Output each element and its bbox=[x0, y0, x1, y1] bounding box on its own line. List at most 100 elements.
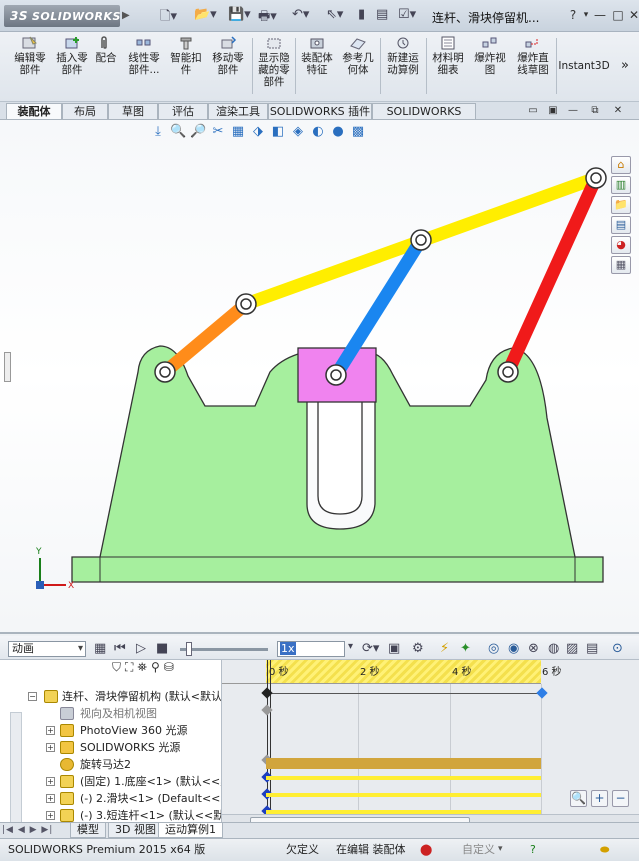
zoom-out-timeline-icon[interactable]: − bbox=[612, 790, 629, 807]
open-document-icon[interactable]: 📂▾ bbox=[194, 7, 217, 25]
expand-icon[interactable]: + bbox=[46, 811, 55, 820]
select-arrow-icon[interactable]: ⇖▾ bbox=[326, 7, 343, 25]
expand-icon[interactable]: + bbox=[46, 794, 55, 803]
design-library-icon[interactable]: ▥ bbox=[611, 176, 631, 194]
autokey-icon[interactable]: ⚡ bbox=[440, 641, 449, 656]
appearances-icon[interactable]: ◕ bbox=[611, 236, 631, 254]
smart-fasteners-button[interactable]: 智能扣 件 bbox=[166, 36, 206, 98]
short-link-orange[interactable] bbox=[158, 297, 253, 379]
motor-icon[interactable]: ◎ bbox=[488, 641, 499, 656]
playback-slider-track[interactable] bbox=[180, 648, 268, 651]
contact-icon[interactable]: ⊗ bbox=[528, 641, 539, 656]
motor-timeline-bar[interactable] bbox=[266, 758, 541, 769]
expand-icon[interactable]: + bbox=[46, 726, 55, 735]
timeline-ruler[interactable] bbox=[266, 660, 541, 684]
viewport-close-icon[interactable]: ✕ bbox=[610, 104, 626, 118]
filter-driving-icon[interactable]: ⛯ bbox=[137, 660, 147, 682]
tree-item-slider-part[interactable]: + (-) 2.滑块<1> (Default<<D bbox=[0, 790, 221, 807]
tab-scroll-arrows-icon[interactable]: |◀ ◀ ▶ ▶| bbox=[2, 825, 53, 835]
units-dropdown-icon[interactable]: ▾ bbox=[498, 839, 503, 860]
explode-line-sketch-button[interactable]: 爆炸直 线草图 bbox=[512, 36, 554, 98]
study-type-select[interactable]: 动画 bbox=[8, 641, 86, 657]
filter-selected-icon[interactable]: ⚲ bbox=[151, 660, 160, 682]
spring-icon[interactable]: ◉ bbox=[508, 641, 519, 656]
custom-properties-icon[interactable]: ▦ bbox=[611, 256, 631, 274]
save-icon[interactable]: 💾▾ bbox=[228, 7, 251, 25]
close-button[interactable]: ✕ bbox=[626, 8, 639, 22]
graphics-area[interactable]: ⤓ 🔍 🔎 ✂ ▦ ⬗ ◧ ◈ ◐ ● ▩ Y X ⌂ ▥ 📁 ▤ ◕ ▦ bbox=[0, 120, 639, 632]
stop-icon[interactable]: ■ bbox=[156, 641, 168, 656]
options-icon[interactable]: ☑▾ bbox=[398, 7, 416, 25]
tab-3d-views[interactable]: 3D 视图 bbox=[108, 823, 163, 838]
study-properties-icon[interactable]: ▤ bbox=[586, 641, 598, 656]
tree-item-assembly[interactable]: − 连杆、滑块停留机构 (默认<默认 bbox=[0, 688, 221, 705]
custom-units[interactable]: 自定义 bbox=[462, 839, 495, 860]
ribbon-more-button[interactable]: » bbox=[616, 36, 634, 98]
undo-icon[interactable]: ↶▾ bbox=[292, 7, 309, 25]
tree-item-rotary-motor[interactable]: 旋转马达2 bbox=[0, 756, 221, 773]
tab-solidworks-mbd[interactable]: SOLIDWORKS MBD bbox=[372, 103, 476, 133]
tree-item-base-part[interactable]: + (固定) 1.底座<1> (默认<<默 bbox=[0, 773, 221, 790]
filter-results-icon[interactable]: ⛁ bbox=[164, 660, 174, 682]
edit-component-button[interactable]: 编辑零 部件 bbox=[8, 36, 52, 98]
playback-speed-select[interactable]: 1x bbox=[277, 641, 345, 657]
insert-component-button[interactable]: 插入零 部件 bbox=[52, 36, 92, 98]
viewport-min-icon[interactable]: ▭ bbox=[525, 104, 541, 118]
add-key-icon[interactable]: ✦ bbox=[460, 641, 471, 656]
expand-icon[interactable]: + bbox=[46, 743, 55, 752]
tab-evaluate[interactable]: 评估 bbox=[158, 103, 208, 119]
tab-solidworks-addins[interactable]: SOLIDWORKS 插件 bbox=[268, 103, 372, 119]
timeline-area[interactable]: 0 秒 2 秒 4 秒 6 秒 🔍 + − bbox=[222, 660, 639, 828]
expand-icon[interactable]: + bbox=[46, 777, 55, 786]
tab-layout[interactable]: 布局 bbox=[62, 103, 108, 119]
collapse-icon[interactable]: − bbox=[28, 692, 37, 701]
speed-dropdown-icon[interactable]: ▾ bbox=[348, 641, 353, 652]
tips-icon[interactable]: ⬬ bbox=[600, 839, 609, 860]
bill-of-materials-button[interactable]: 材料明 细表 bbox=[428, 36, 468, 98]
new-document-icon[interactable]: 🗋▾ bbox=[160, 7, 177, 25]
rebuild-status-icon[interactable]: ⬤ bbox=[420, 839, 432, 860]
base-timeline-bar[interactable] bbox=[266, 776, 541, 780]
menu-arrow-icon[interactable]: ▶ bbox=[122, 10, 130, 21]
linear-pattern-button[interactable]: 线性零 部件... bbox=[122, 36, 166, 98]
home-icon[interactable]: ⌂ bbox=[611, 156, 631, 174]
view-palette-icon[interactable]: ▤ bbox=[611, 216, 631, 234]
rebuild-icon[interactable]: ▮ bbox=[358, 7, 365, 25]
exploded-view-button[interactable]: 爆炸视 图 bbox=[470, 36, 510, 98]
instant3d-button[interactable]: Instant3D bbox=[558, 36, 610, 98]
tree-item-orientation[interactable]: 视向及相机视图 bbox=[0, 705, 221, 722]
playback-mode-icon[interactable]: ⟳▾ bbox=[362, 641, 379, 656]
reference-geometry-button[interactable]: 参考几 何体 bbox=[338, 36, 378, 98]
filter-icon[interactable]: ⛉ bbox=[112, 660, 121, 682]
calculate-icon[interactable]: ▦ bbox=[94, 641, 106, 656]
zoom-fit-timeline-icon[interactable]: 🔍 bbox=[570, 790, 587, 807]
show-hidden-components-button[interactable]: 显示隐 藏的零 部件 bbox=[254, 36, 294, 98]
zoom-in-timeline-icon[interactable]: + bbox=[591, 790, 608, 807]
help-status-icon[interactable]: ? bbox=[530, 839, 536, 860]
tab-render-tools[interactable]: 渲染工具 bbox=[208, 103, 268, 119]
tab-sketch[interactable]: 草图 bbox=[108, 103, 158, 119]
filter-animated-icon[interactable]: ⛶ bbox=[125, 660, 133, 682]
file-properties-icon[interactable]: ▤ bbox=[376, 7, 388, 25]
solidworks-logo[interactable]: 3S SOLIDWORKS bbox=[4, 5, 120, 27]
mate-button[interactable]: 配合 bbox=[92, 36, 120, 98]
save-animation-icon[interactable]: ▣ bbox=[388, 641, 400, 656]
results-plot-icon[interactable]: ▨ bbox=[566, 641, 578, 656]
minimize-button[interactable]: — bbox=[592, 8, 608, 22]
play-from-start-icon[interactable]: ⏮ bbox=[114, 641, 126, 656]
move-component-button[interactable]: 移动零 部件 bbox=[206, 36, 250, 98]
tab-assembly[interactable]: 装配体 bbox=[6, 103, 62, 119]
keyframe-end[interactable] bbox=[536, 687, 548, 699]
viewport-tile-icon[interactable]: ⧉ bbox=[587, 104, 603, 118]
viewport-minimize-icon[interactable]: — bbox=[565, 104, 581, 118]
playback-slider-knob[interactable] bbox=[186, 642, 192, 656]
file-explorer-icon[interactable]: 📁 bbox=[611, 196, 631, 214]
viewport-restore-icon[interactable]: ▣ bbox=[545, 104, 561, 118]
tree-item-photoview-lights[interactable]: + PhotoView 360 光源 bbox=[0, 722, 221, 739]
new-motion-study-button[interactable]: 新建运 动算例 bbox=[382, 36, 424, 98]
collapse-panel-icon[interactable]: ⊙ bbox=[612, 641, 623, 656]
gravity-icon[interactable]: ◍ bbox=[548, 641, 559, 656]
play-icon[interactable]: ▷ bbox=[136, 641, 146, 656]
time-bar-cursor[interactable] bbox=[267, 660, 271, 828]
slider-timeline-bar[interactable] bbox=[266, 793, 541, 797]
